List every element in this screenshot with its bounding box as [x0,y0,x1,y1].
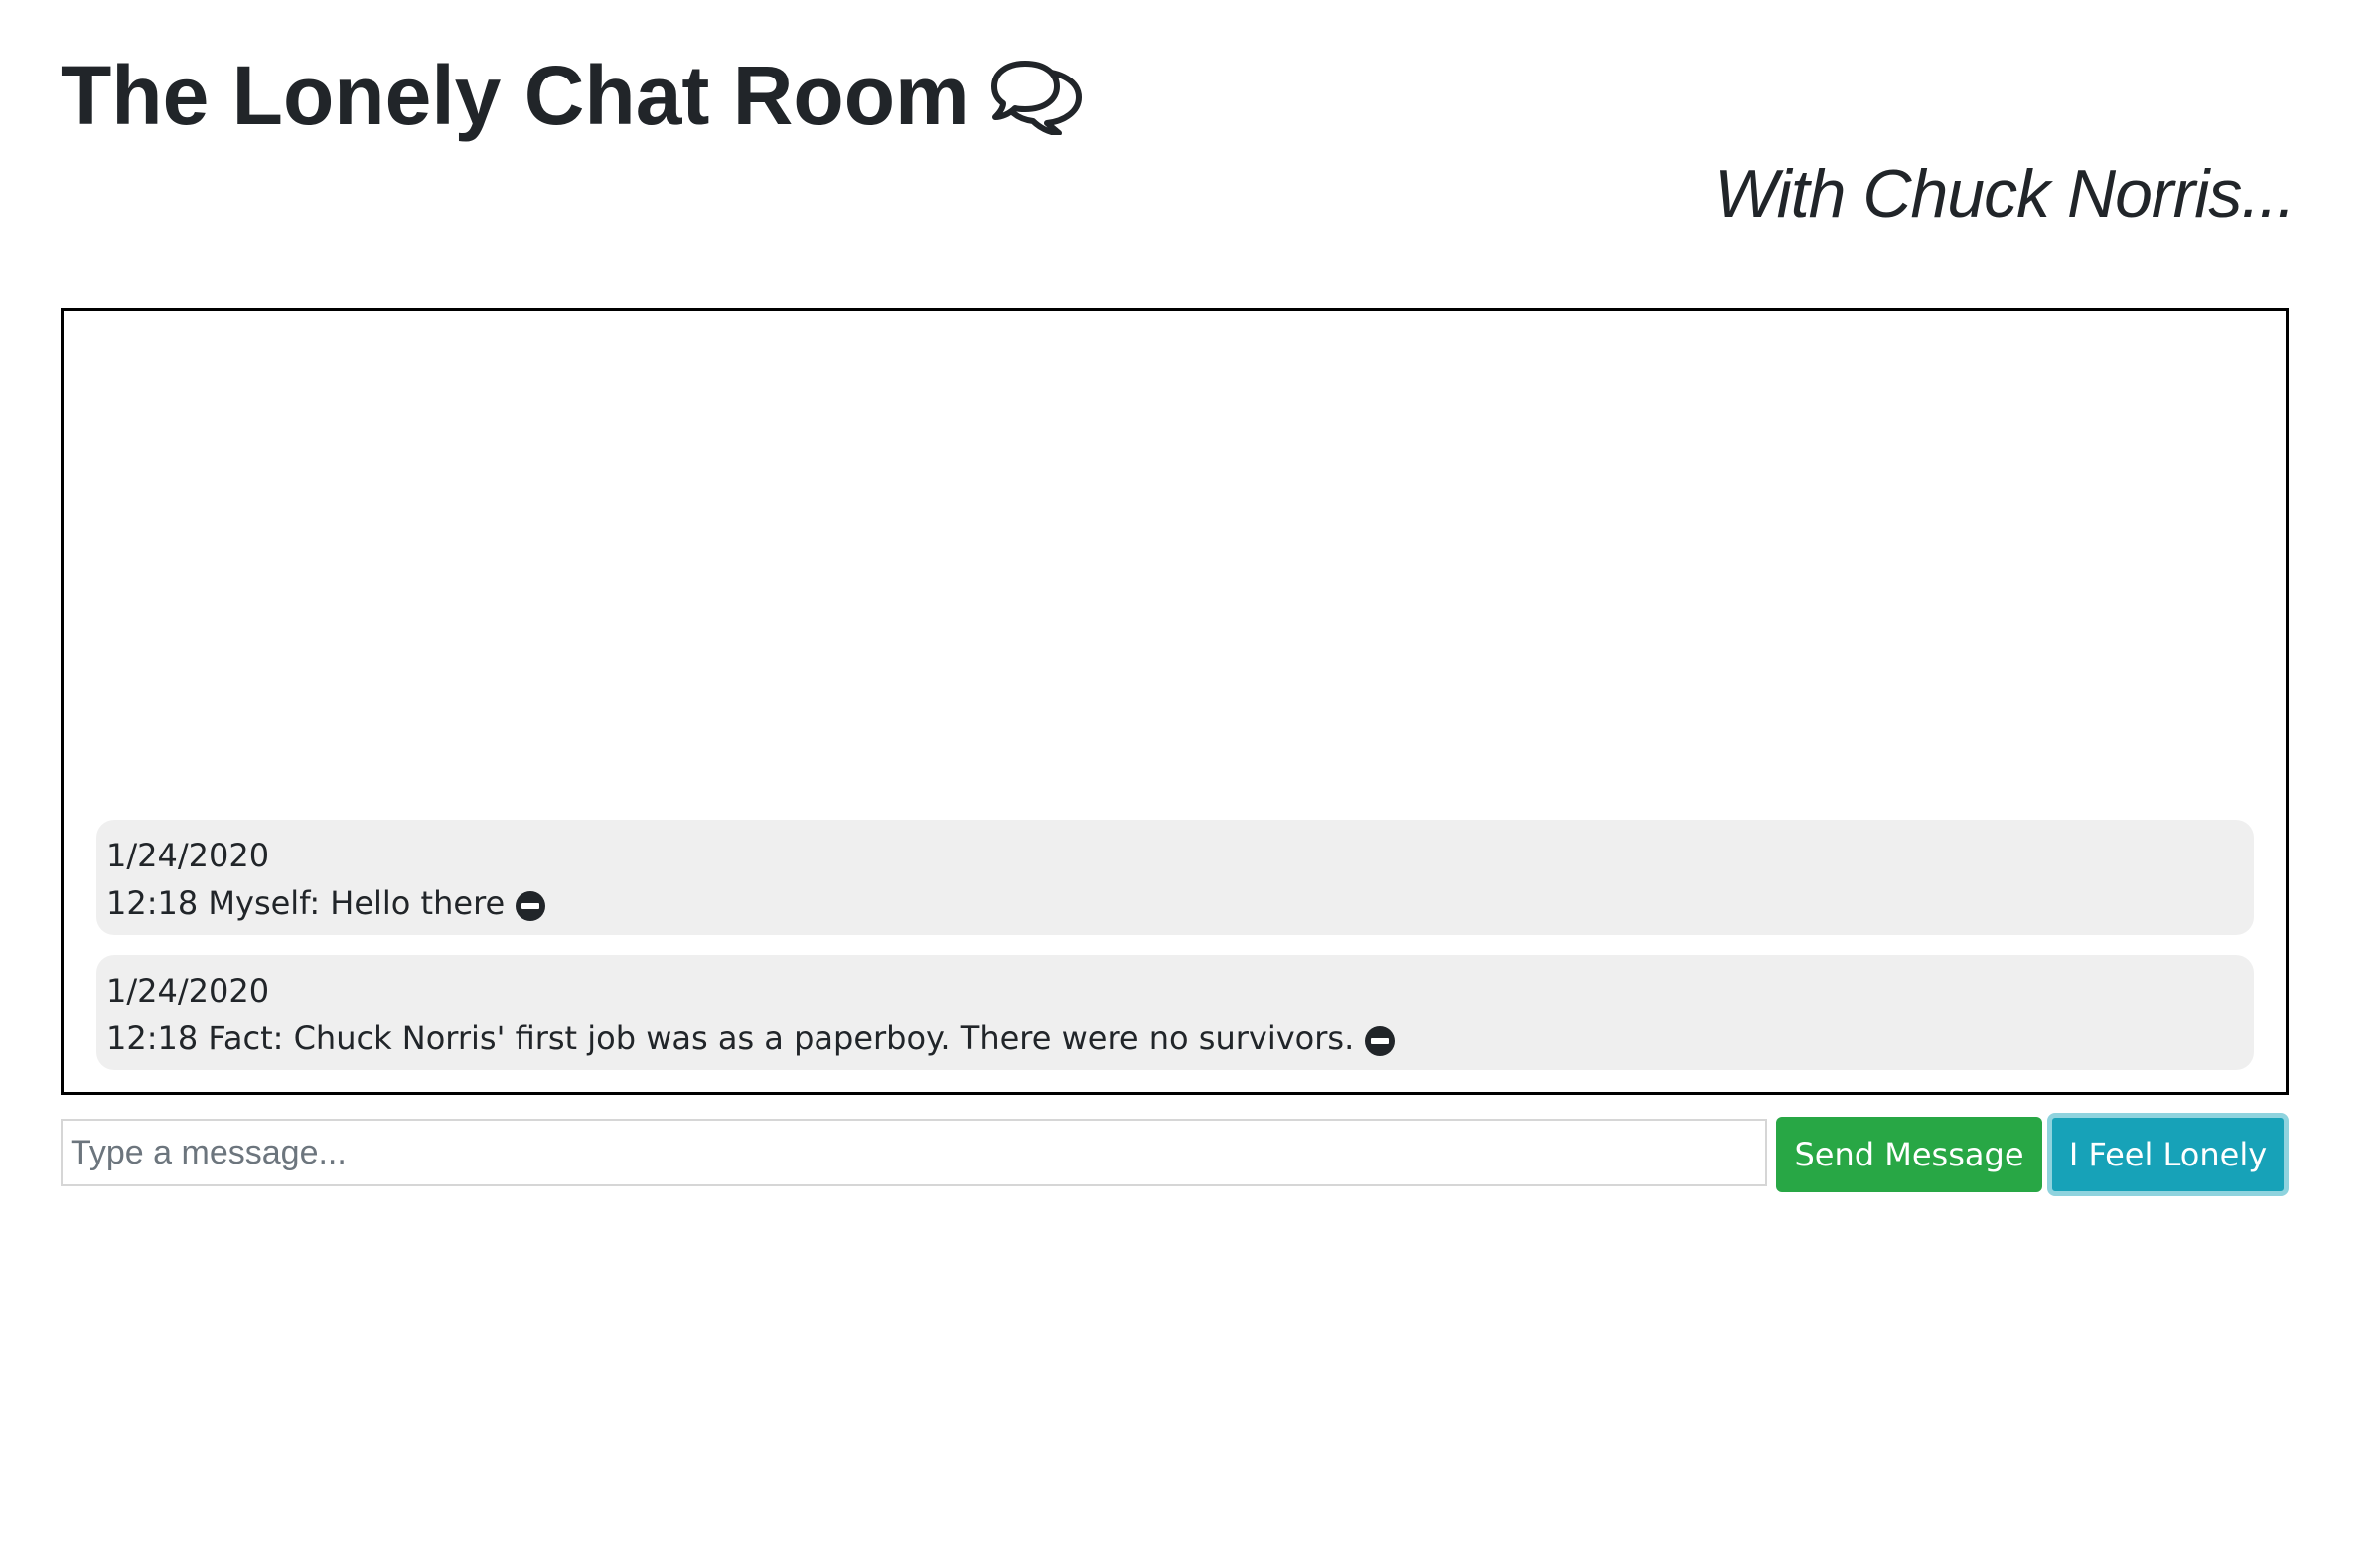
remove-circle-icon[interactable] [515,887,546,921]
message-date: 1/24/2020 [106,972,270,1009]
message-text: 12:18 Myself: Hello there [106,884,506,922]
message-item: 1/24/2020 12:18 Fact: Chuck Norris' firs… [96,955,2254,1070]
send-message-button[interactable]: Send Message [1776,1117,2042,1192]
message-input[interactable] [61,1119,1767,1186]
header: The Lonely Chat Room [61,46,1085,145]
page-title: The Lonely Chat Room [61,49,969,142]
i-feel-lonely-button[interactable]: I Feel Lonely [2047,1113,2289,1196]
chat-log[interactable]: 1/24/2020 12:18 Myself: Hello there 1/24… [61,308,2289,1095]
message-text: 12:18 Fact: Chuck Norris' first job was … [106,1019,1355,1057]
page-subtitle: With Chuck Norris... [1714,156,2296,232]
chat-bubbles-icon [990,60,1085,136]
message-item: 1/24/2020 12:18 Myself: Hello there [96,820,2254,935]
message-body: 12:18 Myself: Hello there [106,879,2244,927]
remove-circle-icon[interactable] [1364,1022,1396,1056]
message-body: 12:18 Fact: Chuck Norris' first job was … [106,1014,2244,1062]
message-date: 1/24/2020 [106,837,270,874]
composer: Send Message I Feel Lonely [61,1113,2289,1196]
